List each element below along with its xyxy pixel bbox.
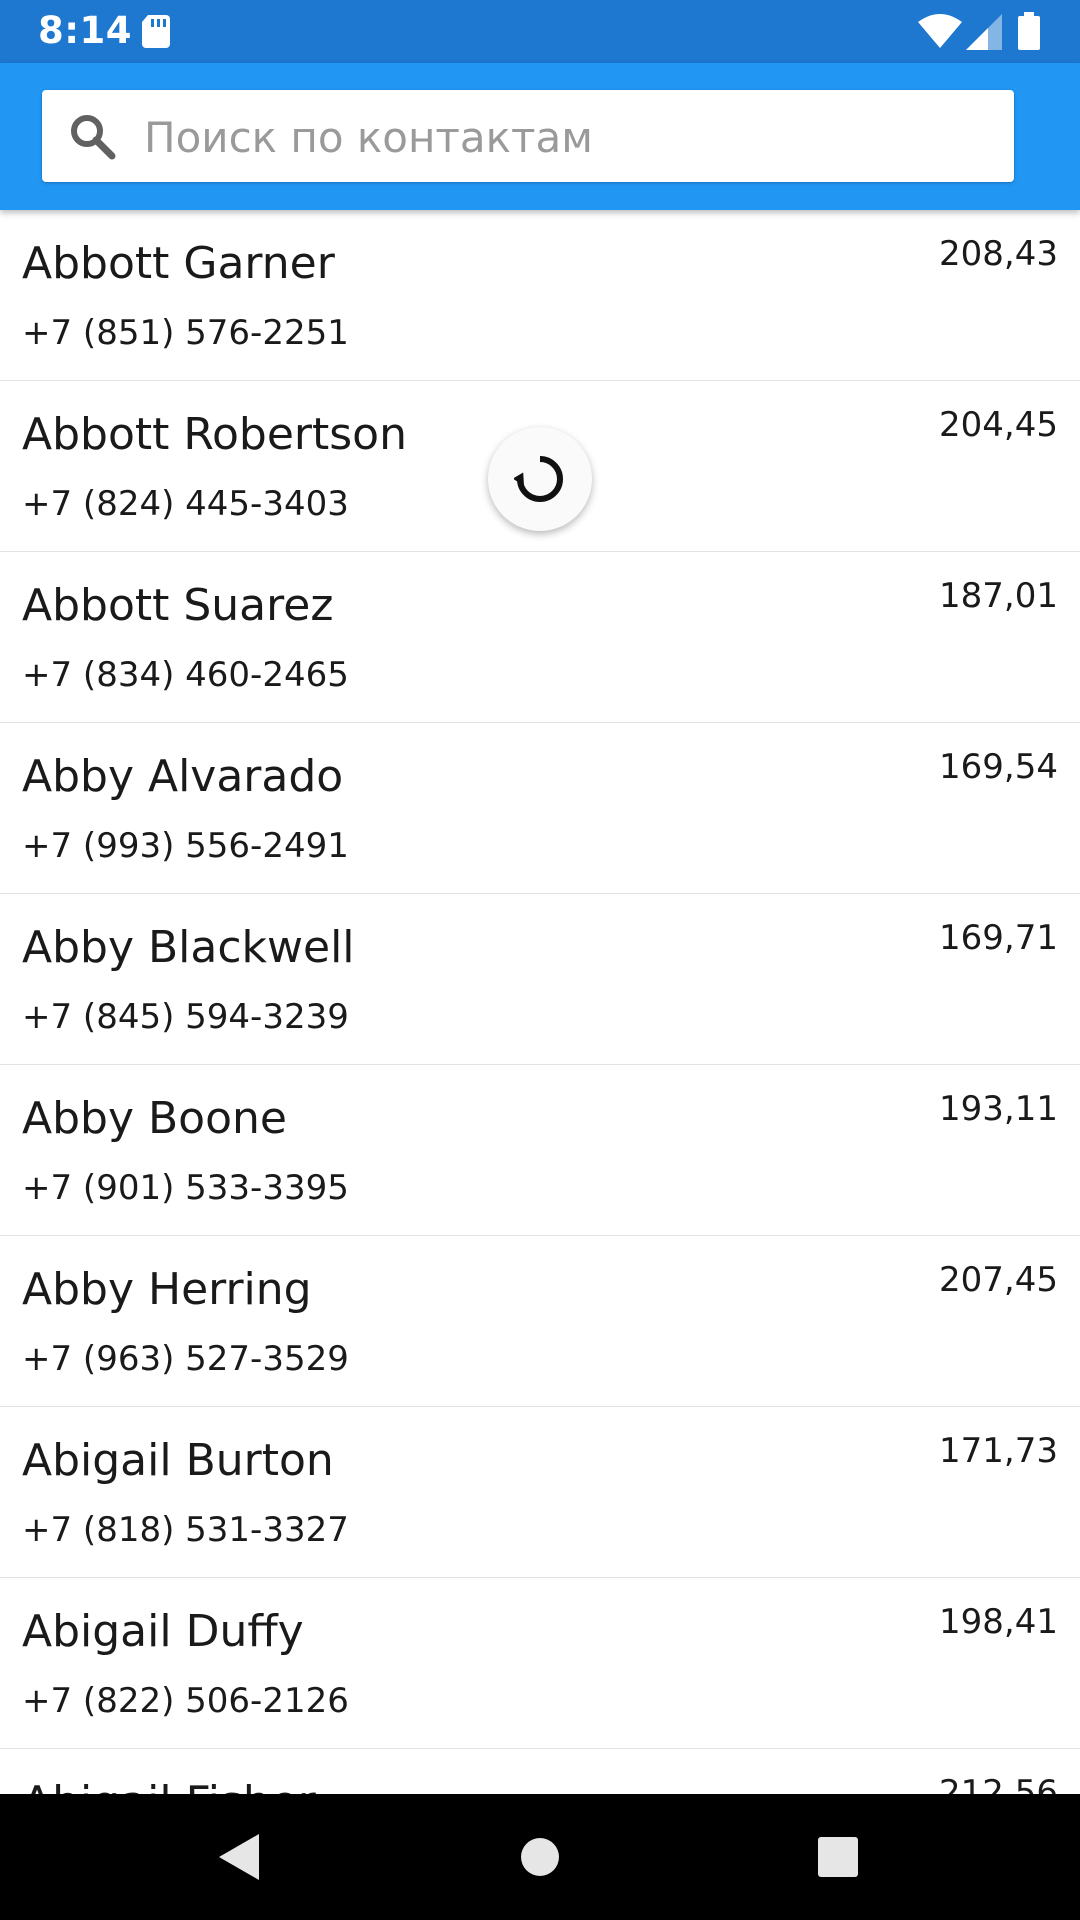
back-button[interactable]	[160, 1794, 320, 1920]
search-icon	[68, 112, 116, 160]
contact-value: 198,41	[939, 1602, 1058, 1642]
contact-value: 169,54	[939, 747, 1058, 787]
contact-value: 207,45	[939, 1260, 1058, 1300]
contact-name: Abby Blackwell	[22, 922, 355, 973]
contact-phone: +7 (822) 506-2126	[22, 1681, 349, 1721]
cell-signal-icon	[966, 14, 1002, 54]
sd-card-icon	[142, 15, 170, 48]
contact-value: 212,56	[939, 1773, 1058, 1794]
contact-phone: +7 (824) 445-3403	[22, 484, 349, 524]
refresh-icon	[514, 456, 563, 502]
contact-value: 193,11	[939, 1089, 1058, 1129]
contact-row[interactable]: Abby Alvarado +7 (993) 556-2491 169,54	[0, 723, 1080, 894]
contact-row[interactable]: Abbott Suarez +7 (834) 460-2465 187,01	[0, 552, 1080, 723]
contact-name: Abby Alvarado	[22, 751, 344, 802]
battery-icon	[1018, 12, 1040, 54]
contact-row[interactable]: Abigail Duffy +7 (822) 506-2126 198,41	[0, 1578, 1080, 1749]
refresh-indicator	[488, 427, 592, 531]
home-icon	[521, 1838, 559, 1876]
contact-name: Abby Herring	[22, 1264, 312, 1315]
contact-value: 169,71	[939, 918, 1058, 958]
contact-value: 204,45	[939, 405, 1058, 445]
contact-row[interactable]: Abigail Burton +7 (818) 531-3327 171,73	[0, 1407, 1080, 1578]
contact-row[interactable]: Abby Blackwell +7 (845) 594-3239 169,71	[0, 894, 1080, 1065]
navigation-bar	[0, 1794, 1080, 1920]
contact-row[interactable]: Abbott Garner +7 (851) 576-2251 208,43	[0, 210, 1080, 381]
status-bar: 8:14	[0, 0, 1080, 63]
recents-icon	[818, 1837, 858, 1877]
contact-phone: +7 (834) 460-2465	[22, 655, 349, 695]
contact-row[interactable]: Abby Herring +7 (963) 527-3529 207,45	[0, 1236, 1080, 1407]
status-time: 8:14	[38, 9, 133, 52]
search-input[interactable]	[142, 90, 996, 184]
contact-name: Abby Boone	[22, 1093, 287, 1144]
contact-name: Abbott Suarez	[22, 580, 334, 631]
contact-phone: +7 (901) 533-3395	[22, 1168, 349, 1208]
contact-phone: +7 (851) 576-2251	[22, 313, 349, 353]
contact-value: 187,01	[939, 576, 1058, 616]
contact-name: Abigail Duffy	[22, 1606, 304, 1657]
contact-phone: +7 (963) 527-3529	[22, 1339, 349, 1379]
contact-name: Abbott Garner	[22, 238, 335, 289]
contact-phone: +7 (818) 531-3327	[22, 1510, 349, 1550]
contact-name: Abigail Burton	[22, 1435, 334, 1486]
contact-row[interactable]: Abby Boone +7 (901) 533-3395 193,11	[0, 1065, 1080, 1236]
search-box[interactable]	[42, 90, 1014, 184]
back-icon	[219, 1834, 259, 1880]
contact-row[interactable]: Abigail Fisher 212,56	[0, 1749, 1080, 1794]
contact-phone: +7 (993) 556-2491	[22, 826, 349, 866]
home-button[interactable]	[460, 1794, 620, 1920]
app-bar	[0, 63, 1080, 210]
contact-name: Abbott Robertson	[22, 409, 407, 460]
contact-value: 171,73	[939, 1431, 1058, 1471]
recents-button[interactable]	[758, 1794, 918, 1920]
contact-value: 208,43	[939, 234, 1058, 274]
contact-phone: +7 (845) 594-3239	[22, 997, 349, 1037]
wifi-icon	[918, 14, 962, 52]
contact-name: Abigail Fisher	[22, 1777, 316, 1794]
